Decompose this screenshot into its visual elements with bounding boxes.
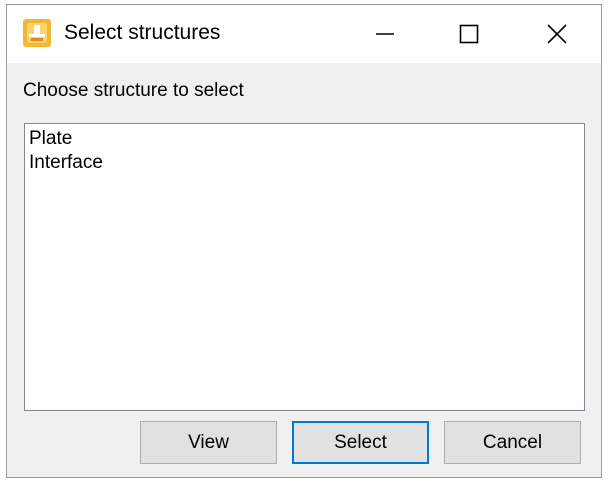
select-button[interactable]: Select — [292, 421, 429, 464]
title-bar[interactable]: Select structures — [7, 5, 601, 63]
window-title: Select structures — [64, 21, 221, 44]
minimize-icon — [374, 23, 396, 45]
view-button[interactable]: View — [140, 421, 277, 464]
select-structures-dialog: Select structures Choose structure to se… — [6, 4, 602, 478]
minimize-button[interactable] — [353, 5, 417, 63]
app-logo-icon — [23, 19, 51, 47]
maximize-icon — [458, 23, 480, 45]
structure-listbox[interactable]: Plate Interface — [24, 123, 585, 411]
list-item-plate[interactable]: Plate — [29, 127, 580, 151]
prompt-label: Choose structure to select — [23, 80, 244, 101]
close-icon — [546, 23, 568, 45]
list-item-interface[interactable]: Interface — [29, 151, 580, 175]
maximize-button[interactable] — [437, 5, 501, 63]
cancel-button[interactable]: Cancel — [444, 421, 581, 464]
close-button[interactable] — [525, 5, 589, 63]
